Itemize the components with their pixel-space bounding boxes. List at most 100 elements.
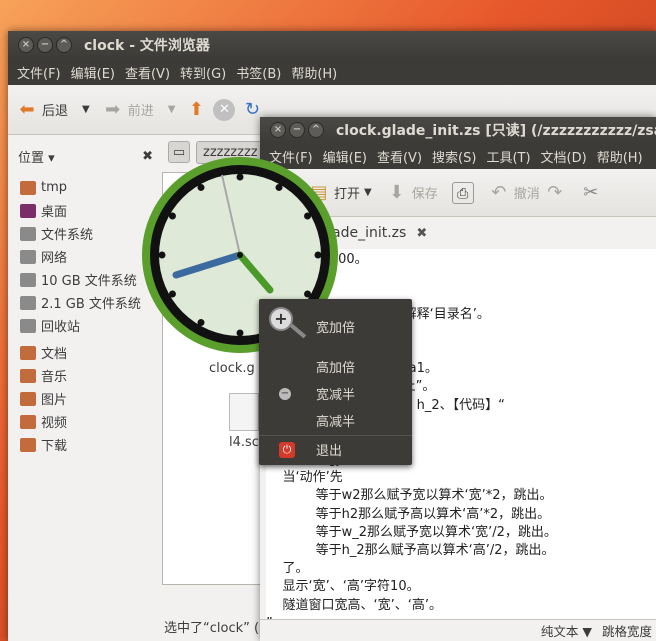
undo-icon: ↶ — [491, 181, 507, 203]
bookmarks-list: 文档音乐图片视频下载 — [8, 341, 163, 456]
clock-tick — [275, 183, 283, 191]
menu-item-double-height[interactable]: 高加倍 — [259, 353, 412, 380]
editor-minimize-button[interactable]: − — [289, 122, 305, 138]
menu-edit[interactable]: 编辑(E) — [66, 63, 120, 82]
clock-tick — [236, 329, 244, 337]
place-item-label: 2.1 GB 文件系统 — [41, 297, 141, 312]
menu-go[interactable]: 转到(G) — [175, 63, 231, 82]
menu-item-half-width[interactable]: − 宽减半 — [259, 380, 412, 407]
place-item-label: 文件系统 — [41, 228, 94, 243]
folder-icon — [20, 180, 36, 195]
file-manager-titlebar[interactable]: × − ^ clock - 文件浏览器 — [8, 31, 656, 59]
clock-tick — [158, 251, 166, 259]
clock-tick — [314, 251, 322, 259]
menu-item-double-width[interactable]: + 宽加倍 — [259, 299, 412, 353]
clock-tick — [304, 212, 312, 220]
bookmark-item-label: 文档 — [41, 347, 68, 362]
menu-file[interactable]: 文件(F) — [12, 63, 66, 82]
place-item-label: 网络 — [41, 251, 68, 266]
menu-item-half-height[interactable]: 高减半 — [259, 407, 412, 434]
open-dropdown-icon[interactable]: ▼ — [364, 187, 372, 198]
place-item-label: 桌面 — [41, 205, 68, 220]
language-selector[interactable]: 纯文本 ▼ — [541, 621, 592, 640]
editor-menu-search[interactable]: 搜索(S) — [427, 147, 481, 166]
menu-view[interactable]: 查看(V) — [120, 63, 175, 82]
clock-center-pin — [237, 252, 243, 258]
clock-tick — [236, 173, 244, 181]
network-icon — [20, 249, 36, 264]
save-button[interactable]: ⬇ 保存 — [386, 182, 438, 204]
up-arrow-icon[interactable]: ⬆ — [185, 99, 207, 121]
forward-dropdown-icon[interactable]: ▼ — [168, 104, 176, 115]
minimize-window-button[interactable]: − — [37, 37, 53, 53]
clock-tick — [168, 212, 176, 220]
clock-tick — [197, 183, 205, 191]
place-item-label: 10 GB 文件系统 — [41, 274, 137, 289]
editor-line: 等于h2那么赋予高以算术‘高’*2，跳出。 — [266, 506, 551, 522]
editor-close-button[interactable]: × — [270, 122, 286, 138]
clock-tick — [197, 319, 205, 327]
editor-line: 等于h_2那么赋予高以算术‘高’/2，跳出。 — [266, 543, 555, 558]
clock-context-menu: + 宽加倍 高加倍 − 宽减半 高减半 ⏻ 退出 — [259, 299, 412, 465]
cut-icon[interactable]: ✂ — [580, 182, 602, 204]
editor-line: 了。 — [266, 561, 309, 577]
music-icon — [20, 368, 36, 383]
drive-icon — [20, 272, 36, 287]
print-icon[interactable]: ⎙ — [451, 181, 474, 204]
menu-item-quit[interactable]: ⏻ 退出 — [259, 436, 412, 463]
bookmark-item-label: 图片 — [41, 393, 68, 408]
text-file-icon — [229, 393, 259, 431]
drive-icon — [20, 295, 36, 310]
undo-button[interactable]: ↶ 撤消 ↷ — [488, 182, 566, 204]
drive-icon — [20, 226, 36, 241]
editor-titlebar[interactable]: × − ^ clock.glade_init.zs [只读] (/zzzzzzz… — [260, 117, 656, 143]
editor-menu-documents[interactable]: 文档(D) — [536, 147, 592, 166]
redo-icon[interactable]: ↷ — [544, 182, 566, 204]
clock-tick — [304, 290, 312, 298]
editor-menu-tools[interactable]: 工具(T) — [481, 147, 535, 166]
close-tab-icon[interactable]: ✖ — [416, 226, 427, 241]
file-item-l4[interactable]: l4.sc — [229, 393, 259, 450]
videos-icon — [20, 414, 36, 429]
close-window-button[interactable]: × — [18, 37, 34, 53]
editor-line: 显示‘宽’、‘高’字符10。 — [266, 579, 420, 595]
forward-button[interactable]: ➡ 前进 ▼ — [102, 98, 176, 121]
editor-menu-help[interactable]: 帮助(H) — [592, 147, 648, 166]
place-item-label: tmp — [41, 180, 68, 195]
back-dropdown-icon[interactable]: ▼ — [82, 104, 90, 115]
stop-icon[interactable]: ✕ — [213, 98, 236, 121]
editor-title: clock.glade_init.zs [只读] (/zzzzzzzzzzz/z… — [336, 123, 656, 139]
menu-help[interactable]: 帮助(H) — [286, 63, 342, 82]
zoom-in-icon: + — [269, 307, 293, 331]
zoom-out-icon: − — [279, 388, 291, 400]
bookmark-item[interactable]: 下载 — [8, 433, 163, 456]
back-arrow-icon: ⬅ — [19, 98, 35, 120]
back-button[interactable]: ⬅ 后退 ▼ — [16, 98, 90, 121]
bookmark-item[interactable]: 音乐 — [8, 364, 163, 387]
bookmark-item-label: 音乐 — [41, 370, 68, 385]
file-manager-menubar: 文件(F) 编辑(E) 查看(V) 转到(G) 书签(B) 帮助(H) — [8, 59, 656, 85]
zoom-handle-icon — [289, 323, 307, 339]
downloads-icon — [20, 437, 36, 452]
documents-icon — [20, 345, 36, 360]
editor-statusbar: 纯文本 ▼ 跳格宽度 — [260, 619, 656, 641]
save-icon: ⬇ — [389, 181, 405, 203]
bookmark-item[interactable]: 视频 — [8, 410, 163, 433]
window-title: clock - 文件浏览器 — [84, 38, 210, 54]
editor-line: 隧道窗口宽高、‘宽’、‘高’。 — [266, 597, 443, 613]
editor-menu-view[interactable]: 查看(V) — [372, 147, 427, 166]
bookmark-item[interactable]: 图片 — [8, 387, 163, 410]
editor-line: 等于w_2那么赋予宽以算术‘宽’/2，跳出。 — [266, 524, 557, 540]
place-item-label: 回收站 — [41, 320, 81, 335]
bookmark-item-label: 视频 — [41, 416, 68, 431]
menu-bookmarks[interactable]: 书签(B) — [231, 63, 286, 82]
pictures-icon — [20, 391, 36, 406]
editor-tab[interactable]: ade_init.zs ✖ — [326, 219, 434, 247]
editor-maximize-button[interactable]: ^ — [308, 122, 324, 138]
tab-width-selector[interactable]: 跳格宽度 — [602, 621, 652, 640]
desktop-icon — [20, 203, 36, 218]
maximize-window-button[interactable]: ^ — [56, 37, 72, 53]
quit-icon: ⏻ — [279, 442, 295, 458]
forward-arrow-icon: ➡ — [105, 98, 121, 120]
file-item-clock[interactable]: clock.g — [209, 361, 255, 376]
